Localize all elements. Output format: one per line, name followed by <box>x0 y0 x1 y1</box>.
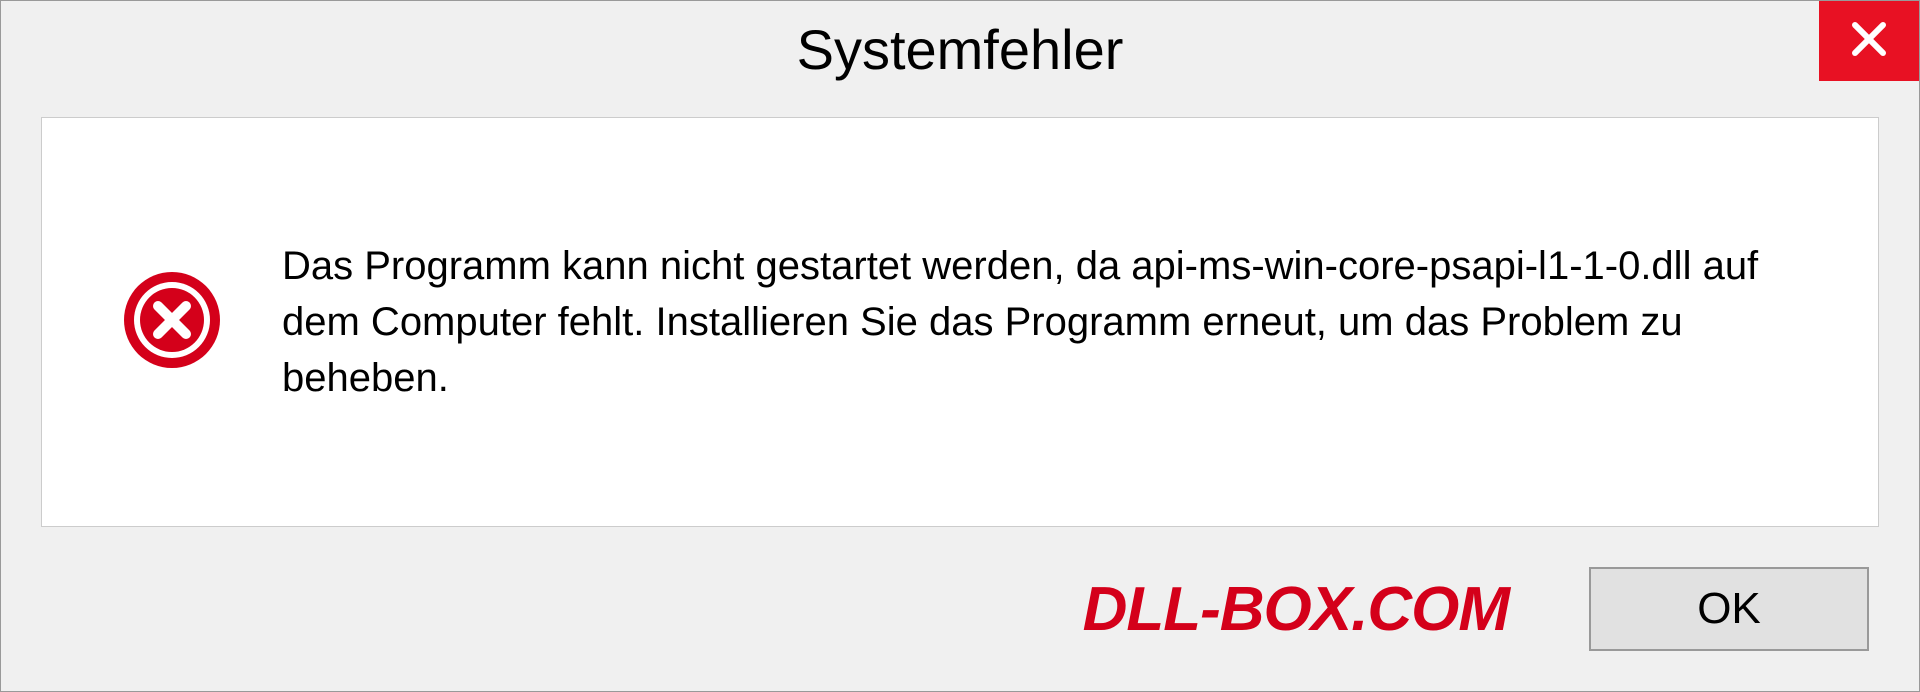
ok-button[interactable]: OK <box>1589 567 1869 651</box>
watermark-text: DLL-BOX.COM <box>1083 574 1509 645</box>
titlebar: Systemfehler <box>1 1 1919 97</box>
content-area: Das Programm kann nicht gestartet werden… <box>41 117 1879 527</box>
error-message: Das Programm kann nicht gestartet werden… <box>282 238 1798 406</box>
error-icon <box>122 270 222 375</box>
close-button[interactable] <box>1819 1 1919 81</box>
footer: DLL-BOX.COM OK <box>1 547 1919 691</box>
error-dialog: Systemfehler Das Programm kann nicht ges… <box>0 0 1920 692</box>
dialog-title: Systemfehler <box>797 17 1124 82</box>
close-icon <box>1849 19 1889 64</box>
